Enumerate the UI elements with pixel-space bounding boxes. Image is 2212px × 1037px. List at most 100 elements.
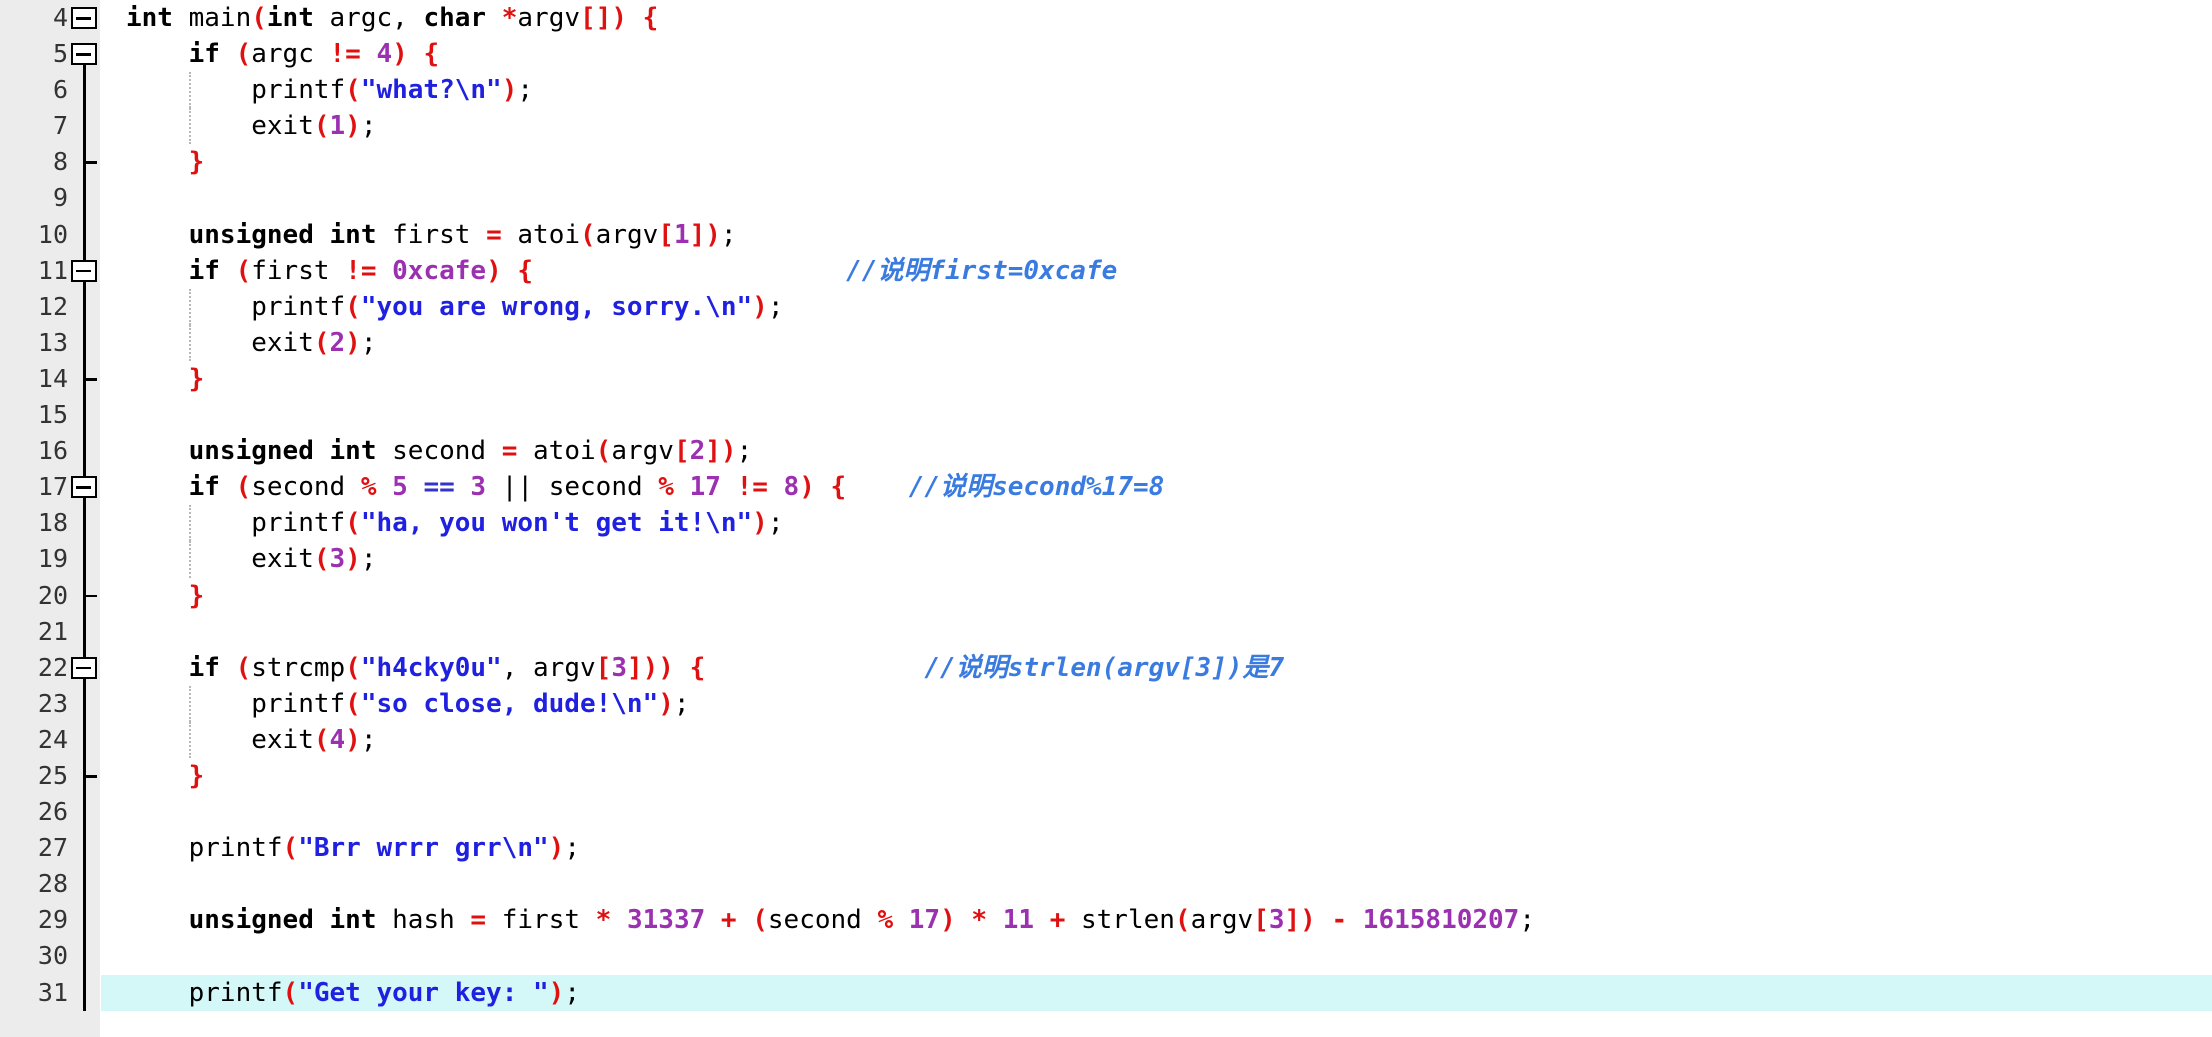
code-operator: * <box>595 905 612 936</box>
code-operator: != <box>345 255 377 286</box>
code-punctuation <box>126 39 189 69</box>
code-line[interactable]: exit(4); <box>101 721 2212 758</box>
line-number-row: 26 <box>0 794 68 830</box>
line-number-row: 20 <box>0 578 68 614</box>
code-line[interactable]: } <box>101 578 2212 614</box>
code-punctuation <box>1316 905 1332 935</box>
code-line[interactable]: exit(1); <box>101 108 2212 145</box>
line-number: 5 <box>52 39 68 69</box>
code-text-area[interactable]: int main(int argc, char *argv[]) { if (a… <box>101 0 2212 1037</box>
code-line[interactable]: exit(3); <box>101 541 2212 578</box>
code-line[interactable] <box>101 866 2212 902</box>
code-line[interactable]: int main(int argc, char *argv[]) { <box>101 0 2212 36</box>
code-identifier: exit <box>251 544 314 575</box>
code-operator: * <box>501 3 518 33</box>
code-line[interactable]: printf("Get your key: "); <box>101 974 2212 1011</box>
line-number-row: 13 <box>0 325 68 361</box>
indent-guide <box>188 324 191 361</box>
code-punctuation <box>314 905 330 935</box>
code-line[interactable] <box>101 397 2212 433</box>
line-number: 23 <box>37 688 68 718</box>
code-punctuation <box>376 905 392 935</box>
code-punctuation <box>987 905 1003 935</box>
code-line[interactable] <box>101 938 2212 974</box>
code-punctuation: ; <box>360 111 377 142</box>
code-bracket: [ <box>1253 905 1269 936</box>
code-brace: { <box>642 3 659 33</box>
code-punctuation <box>1347 905 1363 935</box>
code-punctuation: ; <box>517 75 534 106</box>
code-identifier: main <box>188 3 252 33</box>
code-punctuation <box>220 653 236 683</box>
code-line[interactable]: if (second % 5 == 3 || second % 17 != 8)… <box>101 469 2212 505</box>
code-line[interactable]: printf("ha, you won't get it!\n"); <box>101 505 2212 542</box>
code-bracket: ) <box>752 291 768 322</box>
code-punctuation <box>126 256 189 286</box>
line-number-row: 30 <box>0 938 68 974</box>
code-number-literal: 0xcafe <box>392 255 487 286</box>
code-identifier: exit <box>251 327 314 358</box>
code-brace: { <box>830 472 847 503</box>
code-line[interactable]: if (first != 0xcafe) { //说明first=0xcafe <box>101 253 2212 289</box>
indent-guide <box>188 108 191 145</box>
line-number: 17 <box>37 472 68 502</box>
code-punctuation: ; <box>736 436 753 467</box>
code-line[interactable]: printf("what?\n"); <box>101 72 2212 109</box>
code-line[interactable]: } <box>101 758 2212 794</box>
line-number: 15 <box>37 400 68 430</box>
code-punctuation <box>455 472 471 502</box>
line-number: 27 <box>37 833 68 863</box>
code-line[interactable]: } <box>101 144 2212 180</box>
code-keyword: if <box>188 652 220 683</box>
code-brace: { <box>423 39 440 70</box>
fold-collapse-icon[interactable] <box>71 656 97 679</box>
code-line[interactable] <box>101 180 2212 216</box>
fold-collapse-icon[interactable] <box>71 7 97 29</box>
code-number-literal: 3 <box>611 652 627 683</box>
code-operator: = <box>486 219 502 250</box>
code-editor[interactable]: 4 5 6 7 8 9 10 11 12 13 14 15 16 17 18 19 20 21 22 23 24 25 26… <box>0 0 2212 1037</box>
code-line[interactable] <box>101 794 2212 830</box>
code-punctuation <box>376 220 392 250</box>
code-folding-column[interactable] <box>68 0 100 1037</box>
code-line[interactable]: unsigned int first = atoi(argv[1]); <box>101 217 2212 253</box>
code-line[interactable]: printf("so close, dude!\n"); <box>101 685 2212 722</box>
line-number: 8 <box>52 147 68 177</box>
code-line[interactable]: unsigned int hash = first * 31337 + (sec… <box>101 902 2212 938</box>
line-number-row: 14 <box>0 361 68 397</box>
code-line[interactable] <box>101 614 2212 650</box>
code-line[interactable]: } <box>101 361 2212 397</box>
code-bracket: ) <box>392 39 408 70</box>
code-bracket: ) <box>548 977 565 1008</box>
code-keyword: int <box>329 219 377 250</box>
fold-collapse-icon[interactable] <box>71 43 97 66</box>
code-bracket: ) <box>658 652 674 683</box>
code-identifier: strcmp <box>251 652 346 683</box>
code-bracket: ( <box>580 219 596 250</box>
line-number-row: 5 <box>0 36 68 72</box>
code-punctuation: ; <box>767 291 784 322</box>
code-punctuation <box>126 978 189 1008</box>
code-line[interactable]: if (strcmp("h4cky0u", argv[3])) { //说明st… <box>101 650 2212 686</box>
line-number-row: 11 <box>0 253 68 289</box>
code-line[interactable]: if (argc != 4) { <box>101 36 2212 72</box>
fold-collapse-icon[interactable] <box>71 476 97 499</box>
code-comment: //说明strlen(argv[3])是7 <box>924 652 1285 683</box>
code-bracket: ( <box>345 291 361 322</box>
code-identifier: printf <box>188 977 283 1008</box>
code-line[interactable]: printf("you are wrong, sorry.\n"); <box>101 288 2212 325</box>
code-line[interactable]: printf("Brr wrrr grr\n"); <box>101 830 2212 866</box>
indent-guide <box>188 505 191 542</box>
code-operator: + <box>1049 905 1066 936</box>
code-line[interactable]: unsigned int second = atoi(argv[2]); <box>101 433 2212 469</box>
code-bracket: [ <box>595 652 612 683</box>
code-line[interactable]: exit(2); <box>101 324 2212 361</box>
fold-collapse-icon[interactable] <box>71 259 97 282</box>
line-number: 11 <box>37 255 68 285</box>
line-number: 19 <box>37 544 68 574</box>
line-number-row: 4 <box>0 0 68 36</box>
code-number-literal: 4 <box>376 39 393 70</box>
code-identifier: hash <box>392 905 455 936</box>
code-bracket: ( <box>1174 905 1191 936</box>
line-number: 10 <box>37 219 68 249</box>
